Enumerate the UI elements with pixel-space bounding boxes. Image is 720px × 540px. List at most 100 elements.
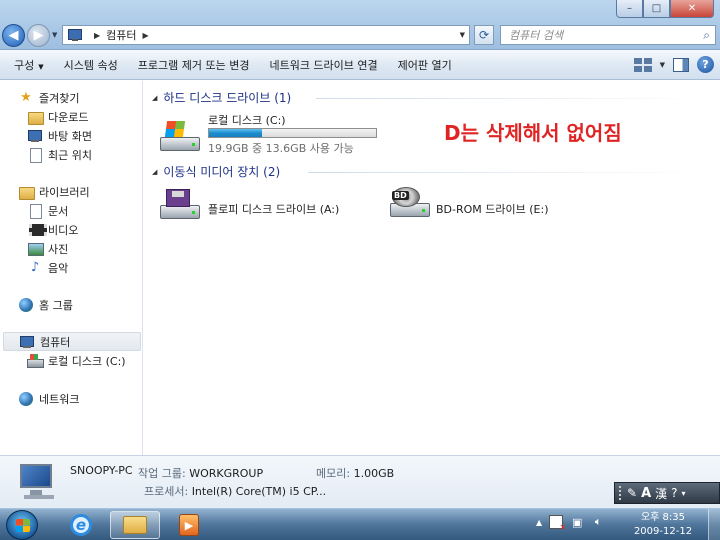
nav-computer[interactable]: 컴퓨터 bbox=[3, 332, 141, 351]
nav-downloads[interactable]: 다운로드 bbox=[27, 107, 88, 126]
volume-icon[interactable]: 🔈︎ bbox=[591, 515, 605, 529]
pc-name: SNOOPY-PC bbox=[70, 464, 133, 477]
system-tray: ▲ ▣ 🔈︎ bbox=[536, 515, 605, 532]
help-icon[interactable]: ? bbox=[697, 56, 714, 73]
open-control-panel-button[interactable]: 제어판 열기 bbox=[388, 57, 462, 73]
show-desktop-button[interactable] bbox=[708, 509, 720, 540]
disk-usage-bar bbox=[208, 128, 377, 138]
grip-icon[interactable] bbox=[619, 486, 623, 500]
nav-homegroup[interactable]: 홈 그룹 bbox=[18, 295, 73, 314]
processor-info: 프로세서: Intel(R) Core(TM) i5 CP... bbox=[144, 483, 326, 499]
recent-places-icon bbox=[27, 147, 43, 163]
close-button[interactable]: ✕ bbox=[670, 0, 714, 18]
view-controls: ▼ ? bbox=[633, 56, 714, 73]
start-button[interactable] bbox=[6, 510, 38, 540]
window-controls: – □ ✕ bbox=[616, 0, 714, 18]
drive-name: BD-ROM 드라이브 (E:) bbox=[436, 203, 549, 216]
change-view-icon[interactable] bbox=[633, 57, 652, 72]
internet-explorer-icon: e bbox=[70, 514, 92, 536]
taskbar-internet-explorer[interactable]: e bbox=[56, 511, 106, 539]
libraries-icon bbox=[18, 184, 35, 200]
nav-label: 문서 bbox=[48, 204, 69, 218]
network-tray-icon[interactable]: ▣ bbox=[570, 515, 584, 529]
back-button[interactable]: ◀ bbox=[2, 24, 25, 47]
search-input[interactable]: 컴퓨터 검색 ⌕ bbox=[500, 25, 716, 45]
nav-network[interactable]: 네트워크 bbox=[18, 389, 79, 408]
downloads-folder-icon bbox=[27, 109, 44, 125]
local-disk-drive-icon bbox=[160, 121, 200, 151]
address-dropdown-icon[interactable]: ▼ bbox=[460, 31, 465, 39]
nav-libraries[interactable]: 라이브러리 bbox=[18, 182, 90, 201]
nav-recent-places[interactable]: 최근 위치 bbox=[27, 145, 92, 164]
preview-pane-icon[interactable] bbox=[673, 57, 689, 72]
forward-button[interactable]: ▶ bbox=[27, 24, 50, 47]
computer-icon bbox=[68, 28, 84, 42]
address-bar[interactable]: ▶ 컴퓨터 ▶ ▼ bbox=[62, 25, 470, 45]
nav-documents[interactable]: 문서 bbox=[27, 201, 68, 220]
nav-videos[interactable]: 비디오 bbox=[27, 220, 78, 239]
nav-local-disk-c[interactable]: 로컬 디스크 (C:) bbox=[27, 351, 126, 370]
breadcrumb-computer[interactable]: 컴퓨터 bbox=[106, 27, 136, 43]
ime-pencil-icon[interactable]: ✎ bbox=[627, 486, 637, 500]
search-placeholder: 컴퓨터 검색 bbox=[509, 29, 564, 42]
annotation-text: D는 삭제해서 없어짐 bbox=[444, 121, 622, 145]
workgroup-label: 작업 그룹: bbox=[138, 467, 186, 480]
nav-label: 네트워크 bbox=[39, 392, 80, 406]
clock[interactable]: 오후 8:35 2009-12-12 bbox=[628, 511, 698, 539]
memory-label: 메모리: bbox=[316, 467, 351, 480]
uninstall-program-button[interactable]: 프로그램 제거 또는 변경 bbox=[128, 57, 260, 73]
nav-music[interactable]: ♪ 음악 bbox=[27, 258, 68, 277]
nav-pictures[interactable]: 사진 bbox=[27, 239, 68, 258]
nav-label: 로컬 디스크 (C:) bbox=[48, 354, 126, 368]
collapse-triangle-icon: ◢ bbox=[152, 167, 158, 176]
nav-desktop[interactable]: 바탕 화면 bbox=[27, 126, 92, 145]
nav-label: 바탕 화면 bbox=[48, 129, 92, 143]
view-options-chevron-icon[interactable]: ▼ bbox=[660, 61, 665, 69]
local-disk-icon bbox=[27, 353, 44, 369]
input-mode-a[interactable]: A bbox=[641, 486, 651, 501]
nav-favorites[interactable]: ★ 즐겨찾기 bbox=[18, 88, 79, 107]
taskbar: e ▶ ▲ ▣ 🔈︎ 오후 8:35 2009-12-12 bbox=[0, 508, 720, 540]
bd-tag: BD bbox=[392, 191, 409, 200]
group-removable-media[interactable]: ◢ 이동식 미디어 장치 (2) bbox=[152, 163, 280, 180]
recent-pages-dropdown-icon[interactable]: ▼ bbox=[52, 31, 57, 39]
clock-date: 2009-12-12 bbox=[633, 526, 693, 537]
hanja-button[interactable]: 漢 bbox=[655, 485, 667, 502]
group-divider bbox=[316, 98, 706, 99]
clock-time: 오후 8:35 bbox=[640, 512, 686, 523]
breadcrumb-separator-icon[interactable]: ▶ bbox=[94, 31, 100, 40]
nav-label: 비디오 bbox=[48, 223, 79, 237]
refresh-button[interactable]: ⟳ bbox=[474, 25, 494, 45]
back-arrow-icon: ◀ bbox=[8, 28, 19, 43]
langbar-options-icon[interactable]: ▾ bbox=[682, 489, 686, 498]
taskbar-windows-explorer[interactable] bbox=[110, 511, 160, 539]
music-icon: ♪ bbox=[30, 260, 40, 275]
media-player-icon: ▶ bbox=[179, 514, 199, 536]
folder-icon bbox=[123, 516, 147, 534]
videos-icon bbox=[27, 222, 47, 238]
taskbar-media-player[interactable]: ▶ bbox=[164, 511, 214, 539]
breadcrumb-separator-icon[interactable]: ▶ bbox=[143, 31, 149, 40]
system-properties-button[interactable]: 시스템 속성 bbox=[54, 57, 128, 73]
langbar-help-icon[interactable]: ? bbox=[671, 486, 677, 500]
organize-button[interactable]: 구성 ▼ bbox=[0, 57, 54, 73]
collapse-triangle-icon: ◢ bbox=[152, 93, 158, 102]
desktop-icon bbox=[27, 128, 43, 144]
nav-label: 라이브러리 bbox=[39, 185, 90, 199]
search-icon[interactable]: ⌕ bbox=[703, 28, 710, 43]
pictures-icon bbox=[27, 241, 44, 257]
minimize-button[interactable]: – bbox=[616, 0, 643, 18]
maximize-button[interactable]: □ bbox=[643, 0, 670, 18]
drive-capacity: 19.9GB 중 13.6GB 사용 가능 bbox=[208, 142, 354, 155]
memory-info: 메모리: 1.00GB bbox=[316, 465, 394, 481]
forward-arrow-icon: ▶ bbox=[33, 28, 44, 43]
map-network-drive-button[interactable]: 네트워크 드라이브 연결 bbox=[259, 57, 387, 73]
group-divider bbox=[308, 172, 706, 173]
nav-label: 사진 bbox=[48, 242, 69, 256]
star-icon: ★ bbox=[20, 90, 32, 105]
show-hidden-icons[interactable]: ▲ bbox=[536, 518, 542, 527]
language-bar[interactable]: ✎ A 漢 ? ▾ bbox=[614, 482, 720, 504]
group-hard-disk-drives[interactable]: ◢ 하드 디스크 드라이브 (1) bbox=[152, 89, 291, 106]
action-center-icon[interactable] bbox=[549, 515, 566, 532]
nav-label: 음악 bbox=[48, 261, 69, 275]
